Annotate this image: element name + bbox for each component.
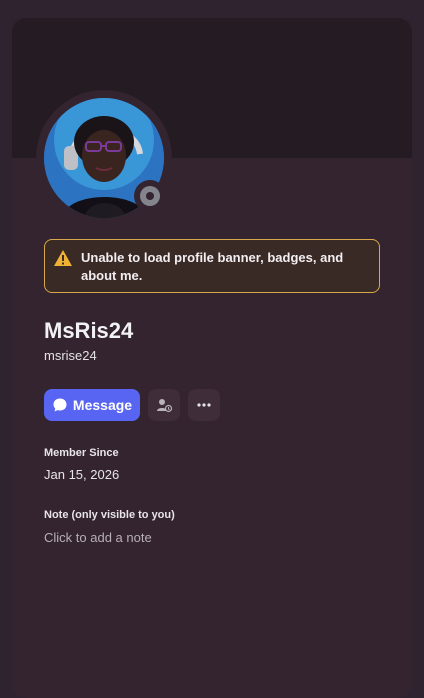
message-button[interactable]: Message [44,389,140,421]
status-offline-icon [140,186,160,206]
more-options-button[interactable] [188,389,220,421]
add-friend-button[interactable] [148,389,180,421]
chat-bubble-icon [53,398,67,412]
message-button-label: Message [72,397,133,413]
warning-icon [54,250,72,266]
add-friend-icon [157,399,172,413]
warning-banner: Unable to load profile banner, badges, a… [44,239,380,293]
display-name: MsRis24 [44,318,134,343]
more-icon [197,403,211,407]
profile-panel-background: Unable to load profile banner, badges, a… [0,0,424,698]
note-input[interactable]: Click to add a note [44,530,152,545]
note-label: Note (only visible to you) [44,509,175,521]
username: msrise24 [44,348,97,363]
member-since-label: Member Since [44,447,119,459]
status-indicator [134,180,166,212]
member-since-value: Jan 15, 2026 [44,467,120,482]
warning-text: Unable to load profile banner, badges, a… [81,250,344,283]
profile-card: Unable to load profile banner, badges, a… [12,18,412,698]
avatar-container[interactable] [36,90,172,226]
